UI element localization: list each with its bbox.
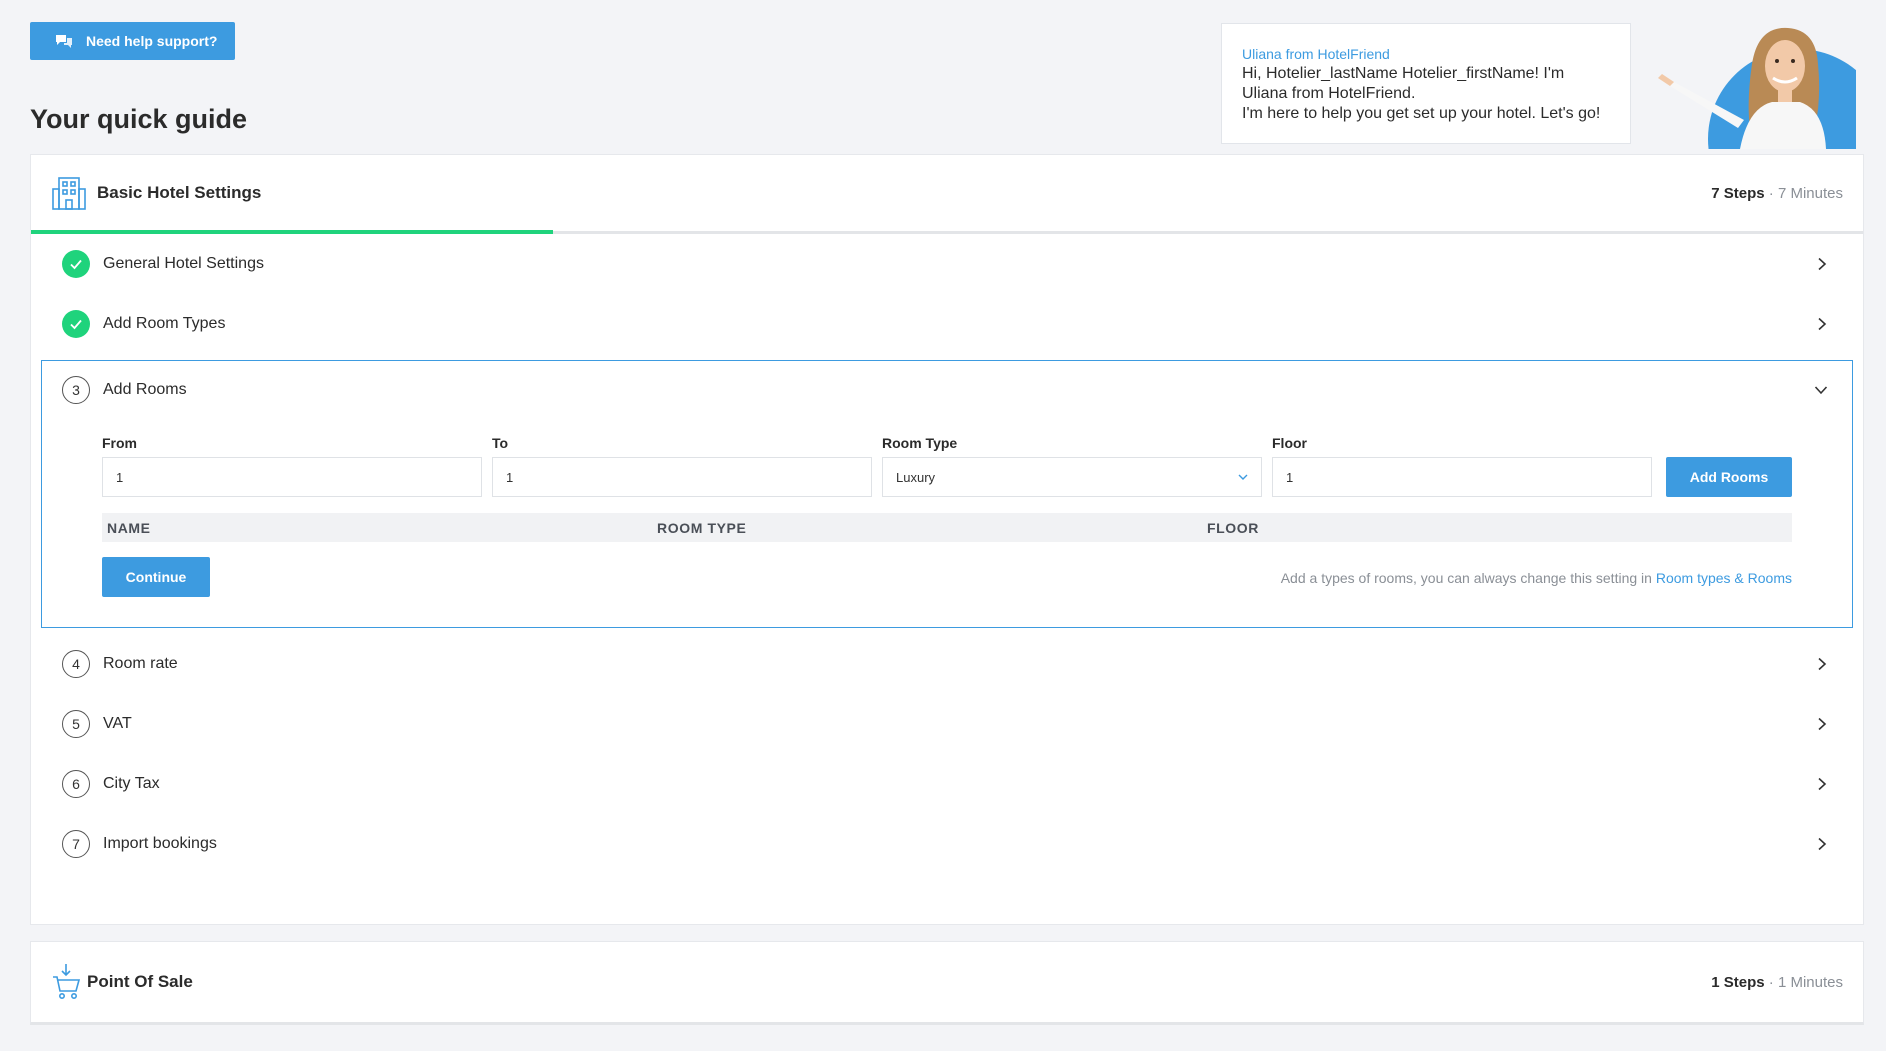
completed-check-icon bbox=[62, 250, 90, 278]
floor-label: Floor bbox=[1272, 435, 1307, 451]
room-type-label: Room Type bbox=[882, 435, 958, 451]
step-number: 4 bbox=[62, 650, 90, 678]
step-number: 5 bbox=[62, 710, 90, 738]
hint-text: Add a types of rooms, you can always cha… bbox=[1280, 570, 1652, 586]
card-title: Point Of Sale bbox=[87, 972, 193, 991]
chevron-right-icon bbox=[1818, 657, 1827, 671]
step-label: General Hotel Settings bbox=[103, 255, 264, 272]
building-icon bbox=[52, 177, 86, 210]
floor-field-group: Floor 1 bbox=[1272, 435, 1652, 497]
rooms-hint: Add a types of rooms, you can always cha… bbox=[1281, 570, 1792, 586]
continue-button[interactable]: Continue bbox=[102, 557, 210, 597]
step-label: Room rate bbox=[103, 655, 178, 672]
chevron-right-icon bbox=[1818, 837, 1827, 851]
room-type-value: Luxury bbox=[896, 469, 936, 485]
basic-settings-header[interactable]: Basic Hotel Settings 7 Steps · 7 Minutes bbox=[31, 155, 1863, 234]
step-vat[interactable]: 5 VAT bbox=[31, 694, 1863, 754]
add-rooms-button[interactable]: Add Rooms bbox=[1666, 457, 1792, 497]
assistant-greeting: Hi, Hotelier_lastName Hotelier_firstName… bbox=[1242, 65, 1565, 102]
progress-bar bbox=[31, 230, 554, 234]
to-label: To bbox=[492, 435, 509, 451]
step-general-hotel-settings[interactable]: General Hotel Settings bbox=[31, 234, 1863, 294]
assistant-intro: I'm here to help you get set up your hot… bbox=[1242, 105, 1601, 122]
steps-summary: 1 Steps · 1 Minutes bbox=[1711, 974, 1843, 991]
step-number: 7 bbox=[62, 830, 90, 858]
step-city-tax[interactable]: 6 City Tax bbox=[31, 754, 1863, 814]
chevron-right-icon bbox=[1818, 717, 1827, 731]
step-import-bookings[interactable]: 7 Import bookings bbox=[31, 814, 1863, 874]
step-room-rate[interactable]: 4 Room rate bbox=[31, 634, 1863, 694]
basic-hotel-settings-card: Basic Hotel Settings 7 Steps · 7 Minutes… bbox=[30, 154, 1864, 925]
chevron-right-icon bbox=[1818, 257, 1827, 271]
rooms-table-header: NAME ROOM TYPE FLOOR bbox=[102, 513, 1792, 542]
steps-count: 7 Steps bbox=[1711, 184, 1765, 202]
help-support-label: Need help support? bbox=[86, 33, 218, 49]
step-label: Import bookings bbox=[103, 835, 217, 852]
help-support-button[interactable]: Need help support? bbox=[30, 22, 235, 60]
step-label: VAT bbox=[103, 715, 132, 732]
chevron-right-icon bbox=[1818, 777, 1827, 791]
shopping-cart-icon bbox=[53, 964, 81, 999]
from-field-group: From 1 bbox=[102, 435, 482, 497]
column-header-floor: FLOOR bbox=[1207, 520, 1259, 536]
floor-input[interactable]: 1 bbox=[1272, 457, 1652, 497]
chevron-down-icon bbox=[1238, 474, 1248, 480]
assistant-name: Uliana from HotelFriend bbox=[1242, 46, 1390, 62]
point-of-sale-card[interactable]: Point Of Sale 1 Steps · 1 Minutes bbox=[30, 941, 1864, 1025]
steps-count: 1 Steps bbox=[1711, 973, 1765, 991]
assistant-message: Uliana from HotelFriend Hi, Hotelier_las… bbox=[1221, 23, 1631, 144]
step-add-room-types[interactable]: Add Room Types bbox=[31, 294, 1863, 354]
step-label: Add Rooms bbox=[103, 381, 187, 398]
from-input[interactable]: 1 bbox=[102, 457, 482, 497]
column-header-name: NAME bbox=[107, 520, 151, 536]
steps-summary: 7 Steps · 7 Minutes bbox=[1711, 185, 1843, 202]
step-number: 6 bbox=[62, 770, 90, 798]
room-types-rooms-link[interactable]: Room types & Rooms bbox=[1656, 570, 1792, 586]
page-title: Your quick guide bbox=[30, 104, 248, 134]
from-label: From bbox=[102, 435, 137, 451]
steps-duration: 1 Minutes bbox=[1777, 973, 1843, 991]
step-add-rooms[interactable]: 3 Add Rooms bbox=[42, 361, 1852, 419]
column-header-room-type: ROOM TYPE bbox=[657, 520, 747, 536]
step-label: Add Room Types bbox=[103, 315, 226, 332]
card-title: Basic Hotel Settings bbox=[97, 183, 262, 202]
to-input[interactable]: 1 bbox=[492, 457, 872, 497]
to-field-group: To 1 bbox=[492, 435, 872, 497]
step-add-rooms-panel: 3 Add Rooms From 1 To 1 Room Type Luxury bbox=[41, 360, 1853, 628]
completed-check-icon bbox=[62, 310, 90, 338]
room-type-select[interactable]: Luxury bbox=[882, 457, 1262, 497]
summary-separator: · bbox=[1764, 184, 1778, 202]
step-label: City Tax bbox=[103, 775, 160, 792]
room-type-field-group: Room Type Luxury bbox=[882, 435, 1262, 497]
summary-separator: · bbox=[1764, 973, 1778, 991]
chevron-down-icon bbox=[1814, 386, 1828, 395]
chat-bubbles-icon bbox=[56, 35, 72, 48]
chevron-right-icon bbox=[1818, 317, 1827, 331]
step-number: 3 bbox=[62, 376, 90, 404]
steps-duration: 7 Minutes bbox=[1777, 184, 1843, 202]
assistant-avatar bbox=[1640, 24, 1856, 149]
